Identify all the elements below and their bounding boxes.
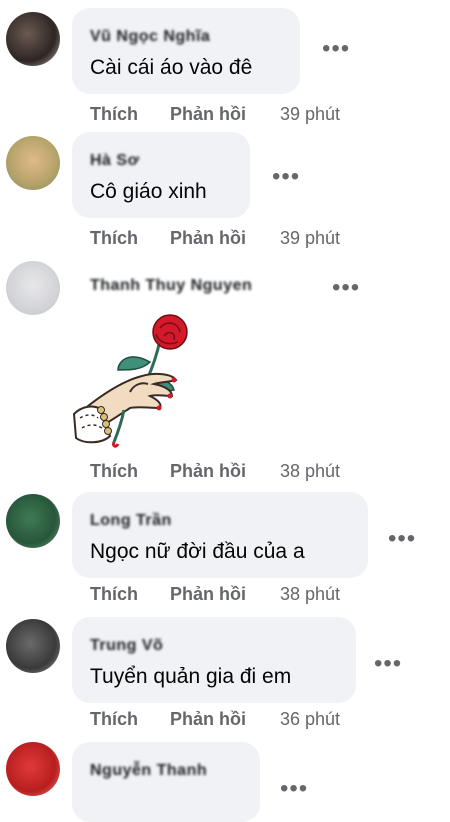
- comment-bubble: Long Trần Ngọc nữ đời đầu của a: [72, 492, 368, 578]
- comment-item: Vũ Ngọc Nghĩa Cài cái áo vào đê ••• Thíc…: [0, 0, 450, 130]
- comment-item: Trung Võ Tuyển quản gia đi em ••• Thích …: [0, 615, 450, 740]
- comment-time[interactable]: 38 phút: [280, 461, 340, 482]
- comment-item: Long Trần Ngọc nữ đời đầu của a ••• Thíc…: [0, 490, 450, 615]
- hand-holding-rose-sticker[interactable]: [68, 310, 203, 450]
- comment-text: Cài cái áo vào đê: [90, 56, 253, 79]
- like-button[interactable]: Thích: [90, 228, 138, 249]
- comment-author[interactable]: Trung Võ: [90, 637, 163, 655]
- comment-author[interactable]: Hà Sơ: [90, 152, 139, 170]
- avatar[interactable]: [6, 136, 60, 190]
- comment-time[interactable]: 36 phút: [280, 709, 340, 730]
- comment-item: Hà Sơ Cô giáo xinh ••• Thích Phản hồi 39…: [0, 130, 450, 255]
- comment-text: Tuyển quản gia đi em: [90, 665, 292, 688]
- like-button[interactable]: Thích: [90, 104, 138, 125]
- comment-text: Cô giáo xinh: [90, 180, 207, 203]
- like-button[interactable]: Thích: [90, 461, 138, 482]
- comment-text: Ngọc nữ đời đầu của a: [90, 540, 305, 563]
- like-button[interactable]: Thích: [90, 584, 138, 605]
- comment-author[interactable]: Vũ Ngọc Nghĩa: [90, 28, 210, 46]
- comment-bubble: Trung Võ Tuyển quản gia đi em: [72, 617, 356, 703]
- more-options-icon[interactable]: •••: [374, 652, 402, 676]
- comment-time[interactable]: 39 phút: [280, 104, 340, 125]
- comment-item: Nguyễn Thanh •••: [0, 740, 450, 822]
- avatar[interactable]: [6, 742, 60, 796]
- comment-time[interactable]: 39 phút: [280, 228, 340, 249]
- reply-button[interactable]: Phản hồi: [170, 461, 246, 482]
- more-options-icon[interactable]: •••: [272, 165, 300, 189]
- comment-author[interactable]: Nguyễn Thanh: [90, 762, 207, 780]
- more-options-icon[interactable]: •••: [332, 276, 360, 300]
- comment-author[interactable]: Long Trần: [90, 512, 172, 530]
- more-options-icon[interactable]: •••: [280, 777, 308, 801]
- avatar[interactable]: [6, 12, 60, 66]
- more-options-icon[interactable]: •••: [388, 527, 416, 551]
- comment-bubble: Nguyễn Thanh: [72, 742, 260, 822]
- avatar[interactable]: [6, 619, 60, 673]
- reply-button[interactable]: Phản hồi: [170, 584, 246, 605]
- avatar[interactable]: [6, 261, 60, 315]
- reply-button[interactable]: Phản hồi: [170, 228, 246, 249]
- more-options-icon[interactable]: •••: [322, 37, 350, 61]
- comment-time[interactable]: 38 phút: [280, 584, 340, 605]
- comment-bubble: Hà Sơ Cô giáo xinh: [72, 132, 250, 218]
- avatar[interactable]: [6, 494, 60, 548]
- comment-bubble: Vũ Ngọc Nghĩa Cài cái áo vào đê: [72, 8, 300, 94]
- like-button[interactable]: Thích: [90, 709, 138, 730]
- comment-author[interactable]: Thanh Thuy Nguyen: [90, 277, 252, 295]
- reply-button[interactable]: Phản hồi: [170, 709, 246, 730]
- reply-button[interactable]: Phản hồi: [170, 104, 246, 125]
